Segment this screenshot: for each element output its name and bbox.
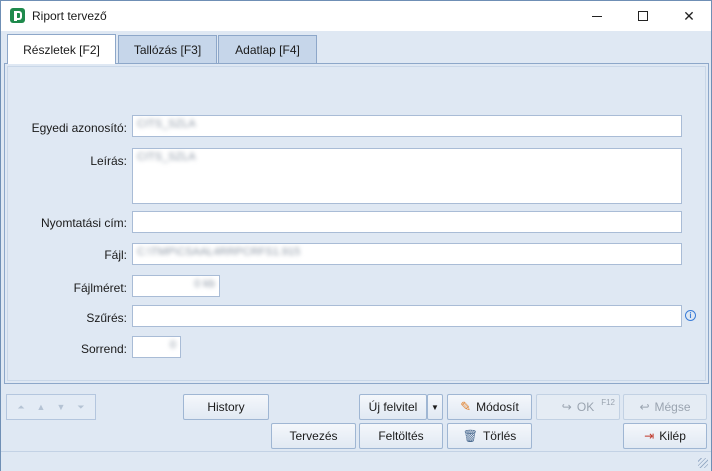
history-button[interactable]: History bbox=[183, 394, 269, 420]
filter-label: Szűrés: bbox=[86, 311, 127, 325]
order-input[interactable]: 0 bbox=[132, 336, 181, 358]
next-record-icon[interactable]: ▼ bbox=[54, 400, 68, 414]
file-input[interactable]: C:\TMP\CSAAL4RRPCRFS1.915 bbox=[132, 243, 682, 265]
delete-button-label: Törlés bbox=[482, 429, 517, 443]
modify-button[interactable]: ✎ Módosít bbox=[447, 394, 532, 420]
app-logo-icon bbox=[10, 8, 25, 23]
exit-button[interactable]: ⇥ Kilép bbox=[623, 423, 707, 449]
maximize-button[interactable] bbox=[620, 1, 666, 31]
print-title-label: Nyomtatási cím: bbox=[40, 216, 127, 230]
new-record-dropdown-button[interactable]: ▼ bbox=[427, 394, 443, 420]
upload-button[interactable]: Feltöltés bbox=[359, 423, 443, 449]
id-input[interactable]: CITS_SZLA bbox=[132, 115, 682, 137]
tab-details[interactable]: Részletek [F2] bbox=[7, 34, 116, 64]
previous-record-icon[interactable]: ▲ bbox=[34, 400, 48, 414]
first-record-icon[interactable]: ⏶ bbox=[14, 400, 28, 414]
modify-button-label: Módosít bbox=[476, 400, 519, 414]
exit-button-label: Kilép bbox=[659, 429, 686, 443]
window-title: Riport tervező bbox=[32, 9, 107, 23]
undo-icon: ↩ bbox=[639, 400, 650, 414]
upload-button-label: Feltöltés bbox=[378, 429, 424, 443]
title-bar: Riport tervező ✕ bbox=[1, 1, 711, 31]
new-record-button-label: Új felvitel bbox=[368, 400, 418, 414]
filter-input[interactable] bbox=[132, 305, 682, 327]
ok-button[interactable]: ↪ OK F12 bbox=[536, 394, 620, 420]
close-button[interactable]: ✕ bbox=[666, 1, 712, 31]
cancel-button[interactable]: ↩ Mégse bbox=[623, 394, 707, 420]
report-designer-window: Riport tervező ✕ Részletek [F2] Tallózás… bbox=[0, 0, 712, 471]
ok-button-label: OK bbox=[576, 400, 595, 414]
history-button-label: History bbox=[207, 400, 245, 414]
exit-icon: ⇥ bbox=[644, 429, 655, 443]
pencil-icon: ✎ bbox=[460, 399, 472, 414]
maximize-icon bbox=[638, 11, 648, 21]
print-title-input[interactable] bbox=[132, 211, 682, 233]
minimize-icon bbox=[592, 15, 602, 17]
delete-button[interactable]: 🗑 Törlés bbox=[447, 423, 532, 449]
description-label: Leírás: bbox=[90, 154, 127, 168]
filesize-label: Fájlméret: bbox=[73, 281, 127, 295]
cancel-button-label: Mégse bbox=[654, 400, 691, 414]
description-textarea[interactable]: CITS_SZLA bbox=[132, 148, 682, 204]
design-button[interactable]: Tervezés bbox=[271, 423, 356, 449]
resize-grip-icon[interactable] bbox=[698, 458, 708, 468]
ok-shortcut-label: F12 bbox=[601, 398, 615, 407]
design-button-label: Tervezés bbox=[289, 429, 338, 443]
trash-icon: 🗑 bbox=[462, 429, 478, 443]
status-bar bbox=[1, 451, 711, 471]
info-icon[interactable]: i bbox=[685, 310, 696, 321]
order-label: Sorrend: bbox=[80, 342, 127, 356]
close-icon: ✕ bbox=[683, 7, 695, 24]
record-navigator: ⏶ ▲ ▼ ⏷ bbox=[6, 394, 96, 420]
tab-datasheet[interactable]: Adatlap [F4] bbox=[218, 35, 317, 63]
minimize-button[interactable] bbox=[574, 1, 620, 31]
tab-browse[interactable]: Tallózás [F3] bbox=[118, 35, 217, 63]
new-record-button[interactable]: Új felvitel bbox=[359, 394, 427, 420]
return-arrow-icon: ↪ bbox=[561, 400, 572, 414]
last-record-icon[interactable]: ⏷ bbox=[74, 400, 88, 414]
chevron-down-icon: ▼ bbox=[431, 402, 439, 412]
file-label: Fájl: bbox=[104, 248, 127, 262]
filesize-value: 0 kb bbox=[132, 275, 220, 297]
id-label: Egyedi azonosító: bbox=[31, 121, 127, 135]
